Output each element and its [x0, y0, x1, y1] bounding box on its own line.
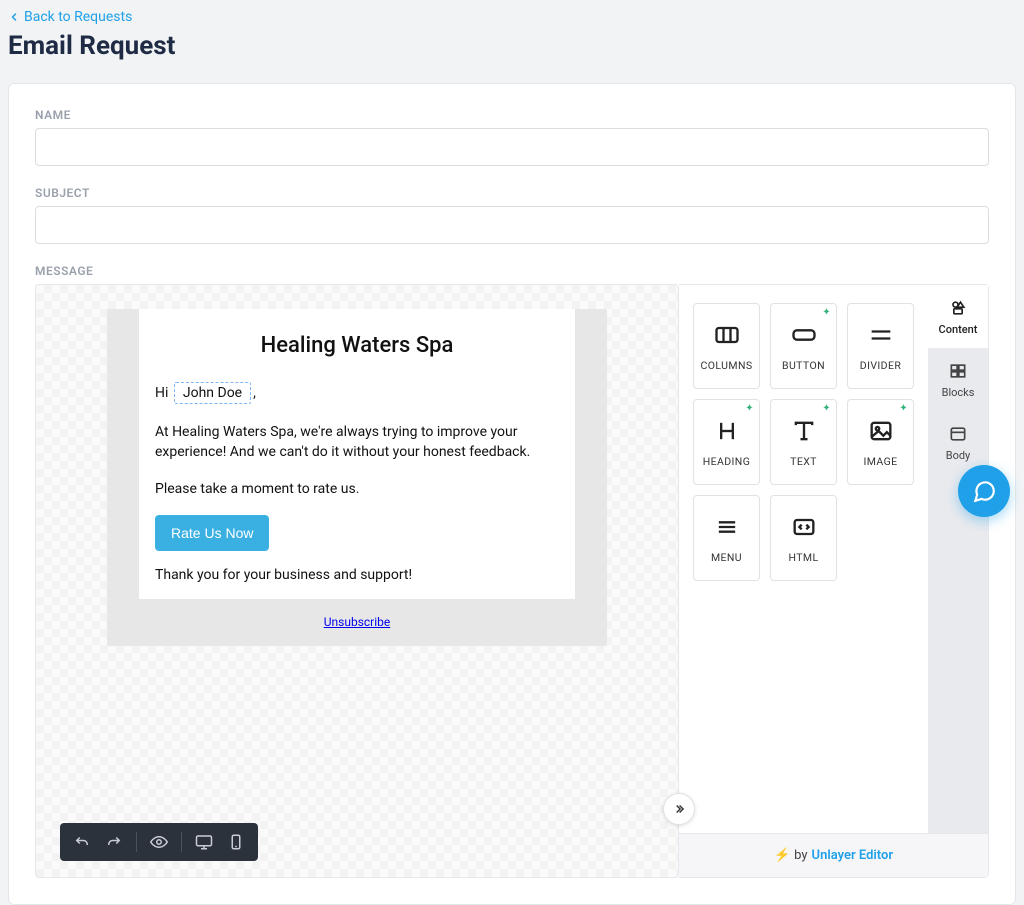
mobile-view-button[interactable]: [222, 829, 250, 855]
tab-blocks[interactable]: Blocks: [928, 348, 988, 411]
unsubscribe-link[interactable]: Unsubscribe: [324, 615, 391, 629]
tool-text[interactable]: ✦ TEXT: [770, 399, 837, 485]
subject-label: SUBJECT: [35, 186, 989, 200]
ai-badge-icon: ✦: [822, 404, 831, 414]
rate-us-button[interactable]: Rate Us Now: [155, 515, 269, 551]
undo-icon: [73, 833, 91, 851]
chat-icon: [971, 478, 997, 504]
email-outer-bg: Healing Waters Spa Hi John Doe, At Heali…: [107, 309, 607, 646]
shapes-icon: [948, 298, 968, 318]
mobile-icon: [227, 833, 245, 851]
back-to-requests-link[interactable]: Back to Requests: [8, 9, 132, 25]
image-icon: [867, 417, 895, 445]
divider-icon: [867, 321, 895, 349]
content-tools-grid: COLUMNS ✦ BUTTON DIVIDER ✦ HEADING: [679, 285, 928, 833]
tool-label: BUTTON: [782, 359, 825, 372]
tool-button[interactable]: ✦ BUTTON: [770, 303, 837, 389]
tool-columns[interactable]: COLUMNS: [693, 303, 760, 389]
name-input[interactable]: [35, 128, 989, 166]
toolbar-divider: [181, 832, 182, 852]
page-title: Email Request: [8, 31, 1016, 61]
email-greeting[interactable]: Hi John Doe,: [155, 382, 559, 404]
chevrons-right-icon: [672, 802, 686, 816]
collapse-panel-button[interactable]: [663, 793, 695, 825]
email-title[interactable]: Healing Waters Spa: [155, 333, 559, 358]
tool-label: TEXT: [790, 455, 817, 468]
ai-badge-icon: ✦: [745, 404, 754, 414]
tool-label: IMAGE: [863, 455, 897, 468]
email-preview-canvas[interactable]: Healing Waters Spa Hi John Doe, At Heali…: [35, 284, 679, 878]
text-icon: [790, 417, 818, 445]
message-label: MESSAGE: [35, 264, 989, 278]
ai-badge-icon: ✦: [822, 308, 831, 318]
menu-icon: [713, 513, 741, 541]
greeting-prefix: Hi: [155, 385, 168, 401]
email-thanks[interactable]: Thank you for your business and support!: [155, 567, 559, 583]
tool-label: HTML: [788, 551, 818, 564]
chat-fab[interactable]: [958, 465, 1010, 517]
tool-label: HEADING: [703, 455, 751, 468]
html-icon: [790, 513, 818, 541]
tool-label: DIVIDER: [860, 359, 901, 372]
heading-icon: [713, 417, 741, 445]
tool-label: MENU: [711, 551, 742, 564]
undo-button[interactable]: [68, 829, 96, 855]
merge-tag-name[interactable]: John Doe: [174, 382, 251, 404]
email-paragraph-2[interactable]: Please take a moment to rate us.: [155, 479, 559, 499]
email-body-card[interactable]: Healing Waters Spa Hi John Doe, At Heali…: [139, 309, 575, 599]
tool-divider[interactable]: DIVIDER: [847, 303, 914, 389]
desktop-view-button[interactable]: [190, 829, 218, 855]
tool-label: COLUMNS: [701, 359, 753, 372]
tool-menu[interactable]: MENU: [693, 495, 760, 581]
name-label: NAME: [35, 108, 989, 122]
side-tabs: Content Blocks Body: [928, 285, 988, 833]
editor-side-panel: COLUMNS ✦ BUTTON DIVIDER ✦ HEADING: [679, 284, 989, 878]
tab-content[interactable]: Content: [928, 285, 988, 348]
footer-by: by: [794, 848, 807, 863]
chevron-left-icon: [8, 11, 20, 23]
email-paragraph-1[interactable]: At Healing Waters Spa, we're always tryi…: [155, 422, 559, 463]
panel-footer: ⚡ by Unlayer Editor: [679, 833, 988, 877]
email-request-card: NAME SUBJECT MESSAGE Healing Waters Spa …: [8, 83, 1016, 905]
editor-toolbar: [60, 823, 258, 861]
toolbar-divider: [136, 832, 137, 852]
body-icon: [948, 424, 968, 444]
eye-icon: [150, 833, 168, 851]
preview-button[interactable]: [145, 829, 173, 855]
tab-label: Blocks: [942, 386, 975, 399]
blocks-icon: [948, 361, 968, 381]
columns-icon: [713, 321, 741, 349]
redo-button[interactable]: [100, 829, 128, 855]
back-link-label: Back to Requests: [24, 9, 132, 25]
desktop-icon: [195, 833, 213, 851]
unlayer-brand-link[interactable]: Unlayer Editor: [812, 848, 894, 863]
tool-heading[interactable]: ✦ HEADING: [693, 399, 760, 485]
button-icon: [790, 321, 818, 349]
greeting-suffix: ,: [253, 385, 256, 401]
redo-icon: [105, 833, 123, 851]
bolt-icon: ⚡: [774, 848, 790, 863]
subject-input[interactable]: [35, 206, 989, 244]
tab-label: Content: [939, 323, 978, 336]
ai-badge-icon: ✦: [899, 404, 908, 414]
tab-label: Body: [946, 449, 971, 462]
tool-image[interactable]: ✦ IMAGE: [847, 399, 914, 485]
tool-html[interactable]: HTML: [770, 495, 837, 581]
